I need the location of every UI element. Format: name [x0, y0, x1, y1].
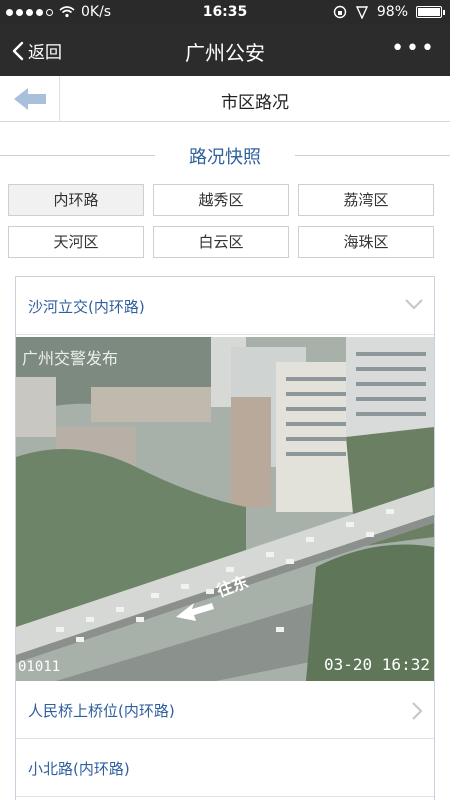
battery-percent: 98% — [376, 4, 408, 20]
section-header: 路况快照 — [0, 140, 450, 170]
list-item[interactable]: 小北路(内环路) — [16, 739, 434, 797]
chevron-down-icon — [405, 299, 423, 310]
location-icon — [355, 6, 368, 19]
battery-icon — [416, 6, 445, 18]
page-back-button[interactable] — [0, 76, 60, 122]
tab-liwan[interactable]: 荔湾区 — [298, 184, 434, 216]
tab-yuexiu[interactable]: 越秀区 — [153, 184, 289, 216]
list-item-label: 人民桥上桥位(内环路) — [28, 702, 175, 720]
list-item-label: 小北路(内环路) — [28, 760, 130, 778]
tab-haizhu[interactable]: 海珠区 — [298, 226, 434, 258]
status-bar: 0K/s 16:35 98% — [0, 0, 450, 24]
page-header: 市区路况 — [0, 76, 450, 122]
arrow-left-icon — [13, 88, 46, 110]
camera-watermark: 广州交警发布 — [22, 349, 119, 368]
page-title: 市区路况 — [221, 93, 289, 113]
section-title: 路况快照 — [189, 147, 261, 168]
tab-baiyun[interactable]: 白云区 — [153, 226, 289, 258]
chevron-right-icon — [412, 702, 423, 720]
more-button[interactable]: ••• — [391, 36, 436, 61]
camera-scene — [16, 337, 434, 681]
rotation-lock-icon — [333, 5, 347, 19]
list-item-label: 沙河立交(内环路) — [28, 298, 145, 316]
camera-list: 沙河立交(内环路) 广州交警发布 往东 01011 03-20 16:32 人民… — [15, 276, 435, 800]
camera-timestamp: 03-20 16:32 — [324, 655, 430, 674]
tab-tianhe[interactable]: 天河区 — [8, 226, 144, 258]
traffic-camera-image: 广州交警发布 往东 01011 03-20 16:32 — [16, 337, 434, 681]
camera-id: 01011 — [18, 659, 61, 675]
list-item[interactable]: 人民桥上桥位(内环路) — [16, 681, 434, 739]
nav-bar: 返回 广州公安 ••• — [0, 24, 450, 76]
app-title: 广州公安 — [185, 41, 265, 65]
divider-right — [295, 155, 450, 156]
tab-inner-ring[interactable]: 内环路 — [8, 184, 144, 216]
list-item[interactable]: 沙河立交(内环路) — [16, 277, 434, 335]
status-right: 98% — [333, 4, 445, 20]
